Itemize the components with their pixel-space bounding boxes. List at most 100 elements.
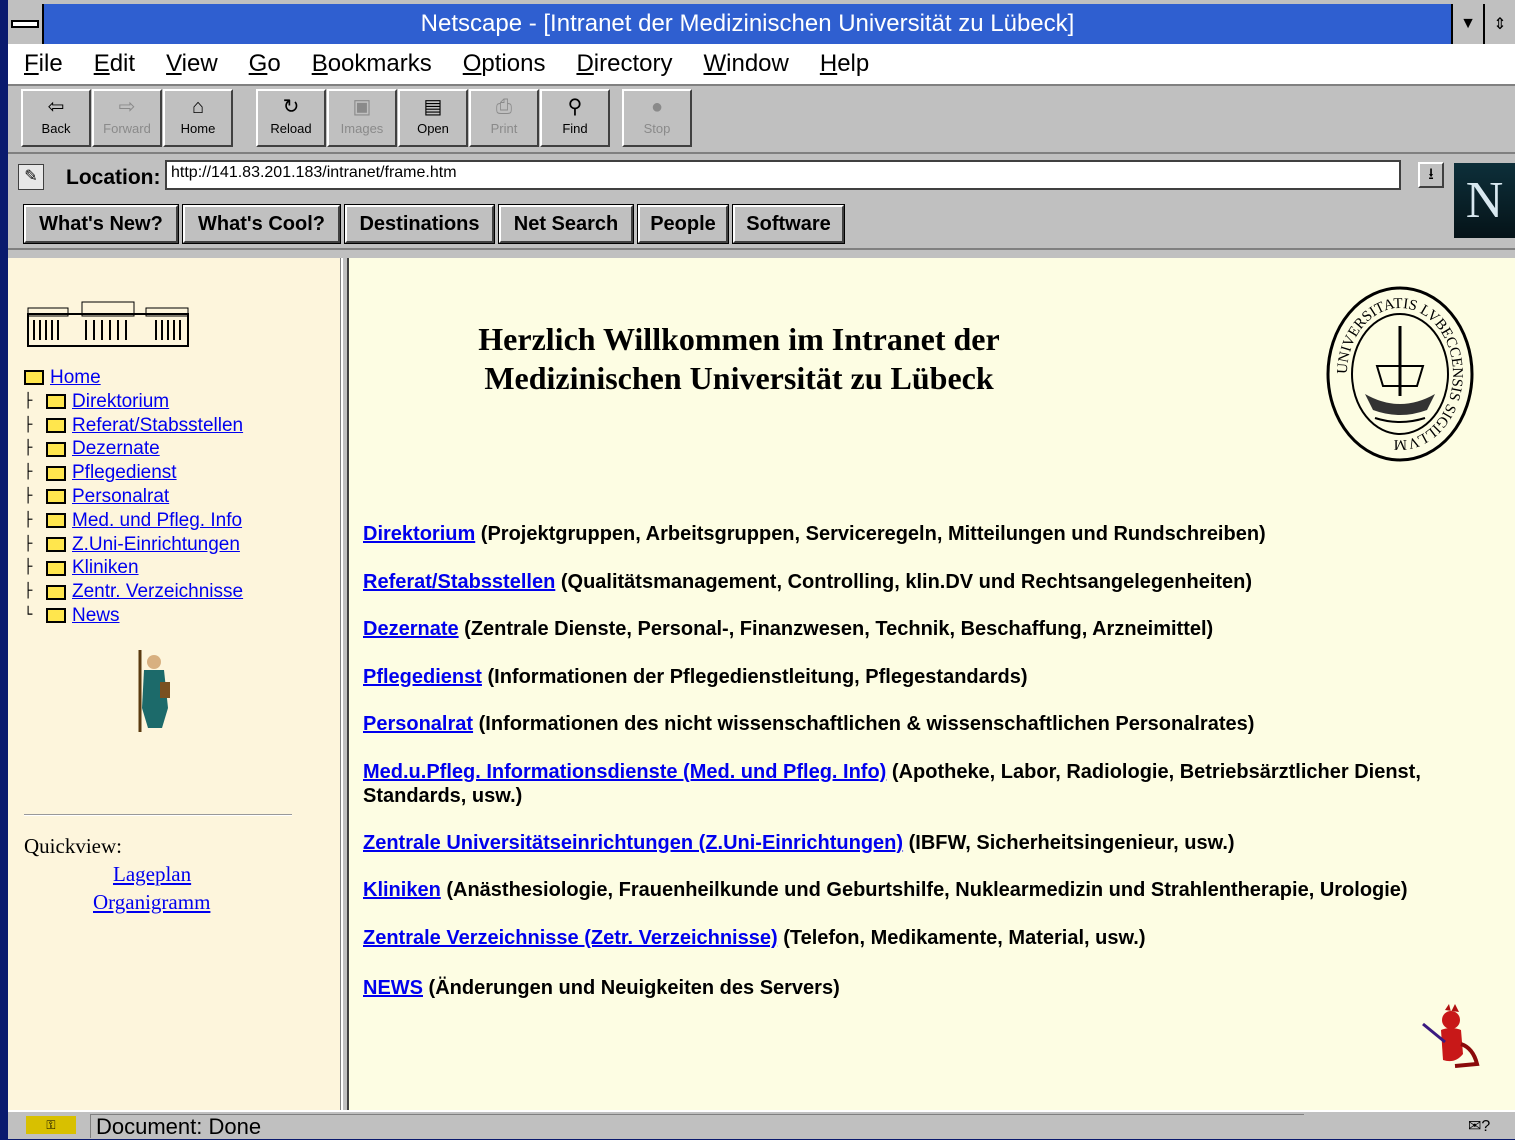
tree-item-home[interactable]: Home	[24, 366, 243, 390]
tree-item[interactable]: ├ Med. und Pfleg. Info	[24, 509, 243, 533]
tree-item[interactable]: ├ Dezernate	[24, 437, 243, 461]
system-menu-button[interactable]	[8, 4, 44, 44]
find-button[interactable]: ⚲ Find	[540, 89, 610, 147]
tree-item[interactable]: ├ Referat/Stabsstellen	[24, 414, 243, 438]
menu-options[interactable]: Options	[463, 50, 546, 78]
home-icon: ⌂	[191, 96, 205, 118]
menu-edit[interactable]: Edit	[94, 50, 135, 78]
tree-item[interactable]: ├ Zentr. Verzeichnisse	[24, 580, 243, 604]
list-item: Personalrat (Informationen des nicht wis…	[363, 713, 1255, 735]
pilgrim-figure-icon	[138, 650, 170, 732]
browser-window: Netscape - [Intranet der Medizinischen U…	[8, 0, 1515, 1139]
tree-item[interactable]: ├ Kliniken	[24, 556, 243, 580]
stop-button[interactable]: ● Stop	[622, 89, 692, 147]
menu-help[interactable]: Help	[820, 50, 869, 78]
system-menu-icon	[11, 20, 39, 28]
forward-arrow-icon: ⇨	[118, 96, 136, 118]
z-uni-einrichtungen-link[interactable]: Zentrale Universitätseinrichtungen (Z.Un…	[363, 832, 903, 854]
directory-buttons-bar: What's New? What's Cool? Destinations Ne…	[8, 200, 1448, 246]
zentrale-verzeichnisse-link[interactable]: Zentrale Verzeichnisse (Zetr. Verzeichni…	[363, 927, 778, 949]
back-button[interactable]: ⇦ Back	[21, 89, 91, 147]
home-button[interactable]: ⌂ Home	[163, 89, 233, 147]
tree-branch: ├	[24, 559, 33, 576]
folder-icon	[46, 394, 66, 410]
title-bar[interactable]: Netscape - [Intranet der Medizinischen U…	[8, 4, 1515, 44]
tree-item[interactable]: └ News	[24, 604, 243, 628]
back-arrow-icon: ⇦	[47, 96, 65, 118]
reload-button[interactable]: ↻ Reload	[256, 89, 326, 147]
kliniken-link[interactable]: Kliniken	[363, 879, 441, 901]
tree-item[interactable]: ├ Z.Uni-Einrichtungen	[24, 533, 243, 557]
menu-view[interactable]: View	[166, 50, 218, 78]
destinations-button[interactable]: Destinations	[345, 205, 494, 243]
menu-window[interactable]: Window	[703, 50, 788, 78]
status-bar: ⚿ Document: Done ✉?	[8, 1110, 1515, 1139]
lageplan-link[interactable]: Lageplan	[113, 862, 191, 887]
folder-icon	[46, 513, 66, 529]
list-item: Zentrale Verzeichnisse (Zetr. Verzeichni…	[363, 927, 1146, 949]
list-item: Pflegedienst (Informationen der Pflegedi…	[363, 666, 1028, 688]
whats-new-button[interactable]: What's New?	[24, 205, 178, 243]
tree-branch: ├	[24, 440, 33, 457]
menu-bar: File Edit View Go Bookmarks Options Dire…	[8, 44, 1515, 86]
tree-item[interactable]: ├ Personalrat	[24, 485, 243, 509]
reload-icon: ↻	[282, 96, 300, 118]
tree-item[interactable]: ├ Direktorium	[24, 390, 243, 414]
open-button[interactable]: ▤ Open	[398, 89, 468, 147]
stop-icon: ●	[650, 96, 664, 118]
tree-branch: ├	[24, 511, 33, 528]
navigation-toolbar: ⇦ Back ⇨ Forward ⌂ Home ↻ Reload ▣ Images ▤ Op…	[8, 86, 1515, 154]
tree-branch: ├	[24, 487, 33, 504]
mail-icon[interactable]: ✉?	[1468, 1116, 1490, 1136]
minimize-button[interactable]: ▼	[1451, 4, 1483, 44]
welcome-heading: Herzlich Willkommen im Intranet der Medi…	[349, 320, 1129, 398]
netscape-logo: N	[1454, 163, 1515, 238]
list-item: Dezernate (Zentrale Dienste, Personal-, …	[363, 618, 1214, 640]
tree-branch: ├	[24, 392, 33, 409]
dropdown-arrow-icon: ⭳	[1428, 166, 1434, 183]
organigramm-link[interactable]: Organigramm	[93, 890, 210, 915]
open-folder-icon	[24, 370, 44, 386]
list-item: Med.u.Pfleg. Informationsdienste (Med. u…	[363, 761, 1421, 807]
news-link[interactable]: NEWS	[363, 977, 423, 999]
printer-icon: ⎙	[496, 96, 512, 118]
folder-icon	[46, 441, 66, 457]
navigation-frame: Home ├ Direktorium ├ Referat/Stabsstellen …	[8, 258, 341, 1110]
menu-go[interactable]: Go	[249, 50, 281, 78]
content-separator	[8, 248, 1515, 258]
restore-icon: ⇕	[1493, 16, 1507, 33]
tree-branch: ├	[24, 583, 33, 600]
dezernate-link[interactable]: Dezernate	[363, 618, 459, 640]
med-pfleg-info-link[interactable]: Med.u.Pfleg. Informationsdienste (Med. u…	[363, 761, 886, 783]
tree-item[interactable]: ├ Pflegedienst	[24, 461, 243, 485]
images-button[interactable]: ▣ Images	[327, 89, 397, 147]
menu-directory[interactable]: Directory	[576, 50, 672, 78]
net-search-button[interactable]: Net Search	[499, 205, 633, 243]
minimize-icon: ▼	[1460, 15, 1476, 32]
desktop-edge	[0, 0, 8, 1137]
location-dropdown-button[interactable]: ⭳	[1418, 162, 1444, 188]
menu-bookmarks[interactable]: Bookmarks	[312, 50, 432, 78]
maximize-button[interactable]: ⇕	[1483, 4, 1515, 44]
personalrat-link[interactable]: Personalrat	[363, 713, 473, 735]
print-button[interactable]: ⎙ Print	[469, 89, 539, 147]
folder-icon	[46, 584, 66, 600]
forward-button[interactable]: ⇨ Forward	[92, 89, 162, 147]
folder-icon	[46, 560, 66, 576]
folder-icon	[46, 489, 66, 505]
university-seal-image: UNIVERSITATIS LVBECCENSIS SIGILLVM	[1326, 286, 1474, 462]
folder-icon	[46, 465, 66, 481]
location-input[interactable]: http://141.83.201.183/intranet/frame.htm	[165, 160, 1401, 190]
direktorium-link[interactable]: Direktorium	[363, 523, 475, 545]
whats-cool-button[interactable]: What's Cool?	[183, 205, 340, 243]
security-key-icon[interactable]: ⚿	[26, 1116, 76, 1134]
software-button[interactable]: Software	[733, 205, 844, 243]
tree-branch: └	[24, 606, 33, 623]
people-button[interactable]: People	[638, 205, 728, 243]
tree-branch: ├	[24, 416, 33, 433]
referat-link[interactable]: Referat/Stabsstellen	[363, 571, 555, 593]
pflegedienst-link[interactable]: Pflegedienst	[363, 666, 482, 688]
bookmark-quickfile-icon[interactable]: ✎	[18, 164, 44, 190]
menu-file[interactable]: File	[24, 50, 63, 78]
frame-divider[interactable]	[341, 258, 349, 1110]
